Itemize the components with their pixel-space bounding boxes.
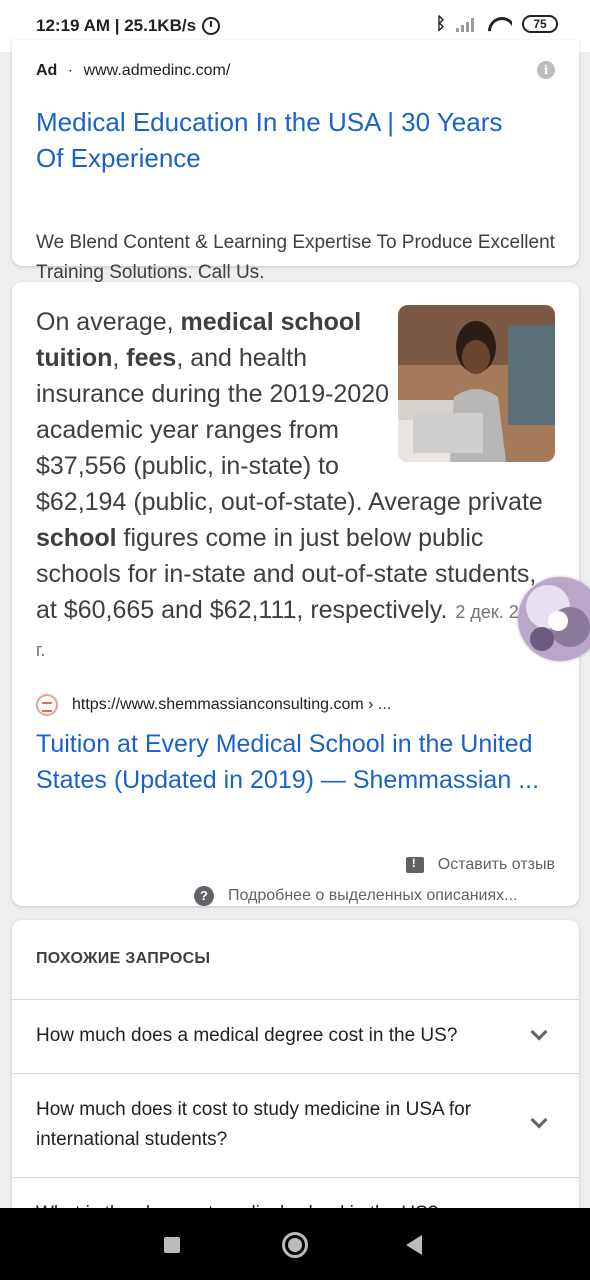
- feedback-label: Оставить отзыв: [437, 856, 555, 873]
- status-right: ᛒ 75: [436, 14, 558, 34]
- source-url[interactable]: https://www.shemmassianconsulting.com › …: [72, 696, 391, 714]
- snippet-text: On average, medical school tuition, fees…: [36, 304, 556, 668]
- home-button[interactable]: [282, 1232, 308, 1258]
- help-icon: ?: [194, 886, 214, 906]
- related-item-text: How much does it cost to study medicine …: [36, 1099, 472, 1150]
- result-title-link[interactable]: Tuition at Every Medical School in the U…: [36, 726, 556, 798]
- related-heading: ПОХОЖИЕ ЗАПРОСЫ: [36, 950, 211, 967]
- ad-label: Ad: [36, 62, 58, 79]
- ad-description: We Blend Content & Learning Expertise To…: [36, 232, 555, 283]
- snippet-text-part: ,: [112, 344, 127, 372]
- chevron-down-icon[interactable]: [530, 1111, 548, 1129]
- battery-icon: 75: [522, 15, 558, 33]
- about-snippets-link[interactable]: ? Подробнее о выделенных описаниях...: [194, 886, 518, 906]
- signal-icon: [456, 16, 478, 32]
- snippet-bold: school: [36, 524, 117, 552]
- back-button[interactable]: [406, 1235, 422, 1255]
- status-time: 12:19 AM | 25.1KB/s: [36, 16, 197, 35]
- site-favicon-icon: [36, 694, 58, 716]
- wifi-icon: [488, 15, 512, 33]
- snippet-text-part: On average,: [36, 308, 181, 336]
- ad-url-line: Ad · www.admedinc.com/: [36, 62, 230, 80]
- status-left: 12:19 AM | 25.1KB/s: [36, 16, 221, 36]
- related-item-text: How much does a medical degree cost in t…: [36, 1025, 458, 1046]
- bluetooth-icon: ᛒ: [435, 14, 446, 34]
- ad-title-link[interactable]: Medical Education In the USA | 30 Years …: [36, 104, 536, 176]
- ad-card: Ad · www.admedinc.com/ i Medical Educati…: [12, 40, 579, 283]
- ad-separator: ·: [67, 62, 74, 79]
- related-item[interactable]: How much does it cost to study medicine …: [12, 1073, 579, 1177]
- chevron-down-icon[interactable]: [530, 1023, 548, 1041]
- feedback-button[interactable]: Оставить отзыв: [405, 856, 555, 874]
- related-item[interactable]: How much does a medical degree cost in t…: [12, 999, 579, 1073]
- about-label: Подробнее о выделенных описаниях...: [228, 887, 518, 904]
- snippet-bold: fees: [126, 344, 177, 372]
- featured-snippet-card: On average, medical school tuition, fees…: [12, 282, 579, 906]
- source-row[interactable]: https://www.shemmassianconsulting.com › …: [36, 694, 391, 716]
- recent-apps-button[interactable]: [164, 1237, 180, 1253]
- info-icon[interactable]: i: [537, 61, 555, 79]
- system-nav-bar: [0, 1208, 590, 1280]
- ad-url[interactable]: www.admedinc.com/: [84, 62, 231, 79]
- alarm-icon: [202, 17, 221, 35]
- feedback-icon: [405, 856, 424, 873]
